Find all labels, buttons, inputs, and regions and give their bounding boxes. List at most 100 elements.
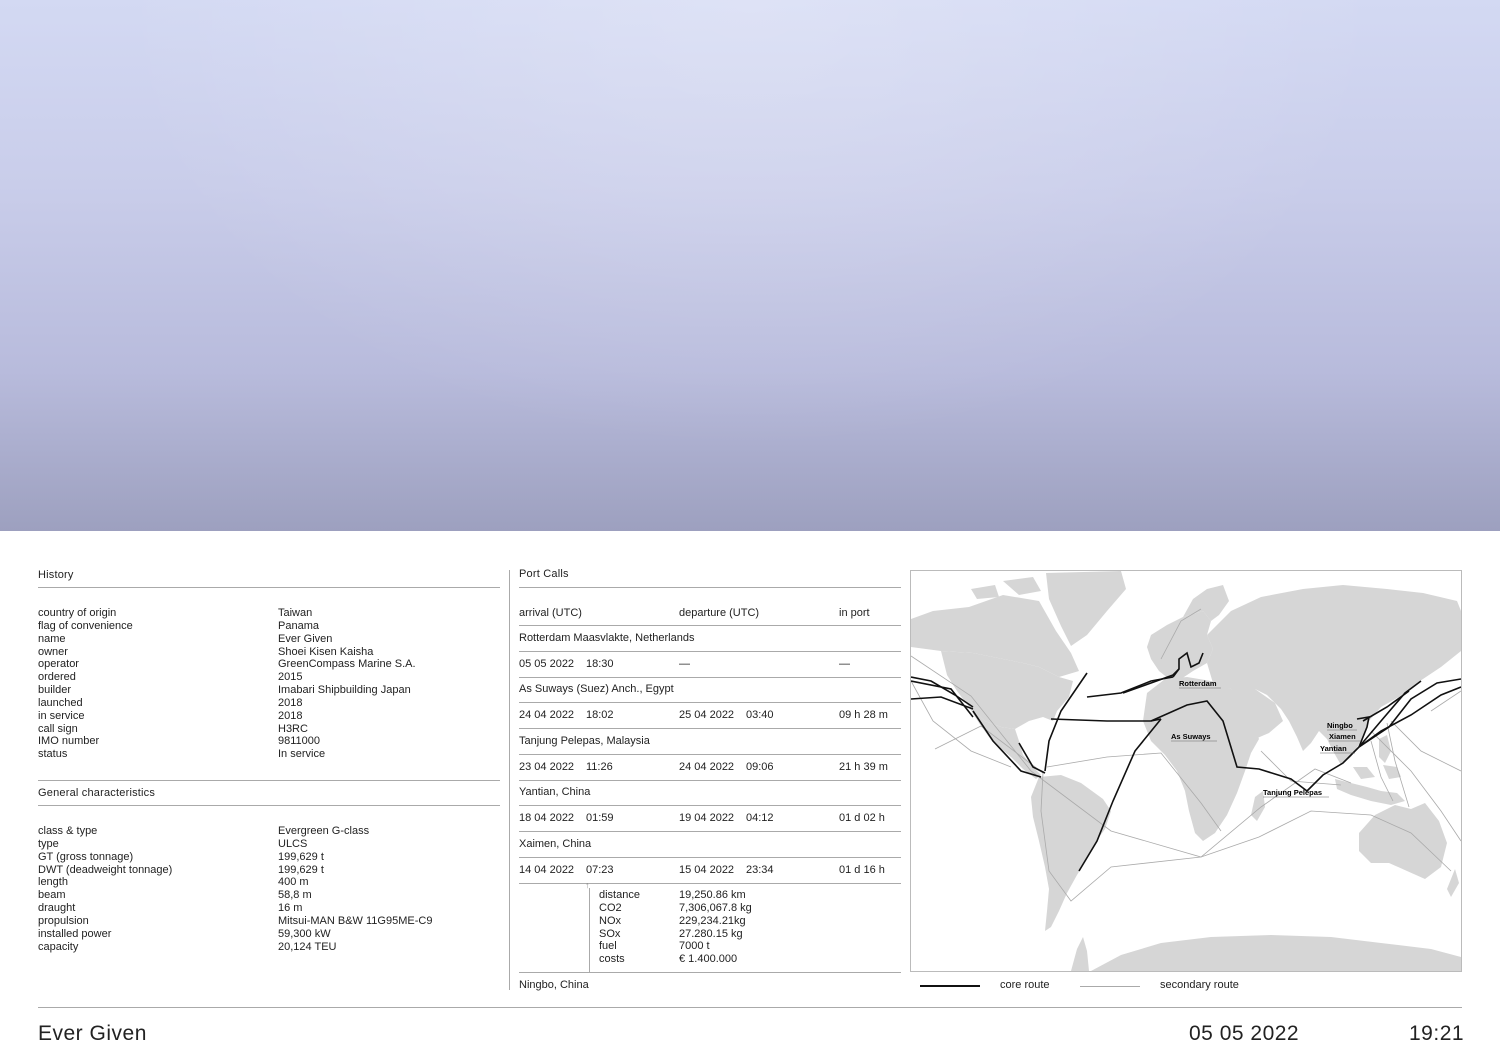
- kv-row: ordered 2015: [38, 671, 416, 684]
- port-row-divider: [519, 779, 901, 781]
- kv-key: flag of convenience: [38, 619, 133, 632]
- arrival-date: 23 04 2022: [519, 760, 575, 773]
- kv-key: draught: [38, 902, 76, 915]
- kv-value: 2015: [278, 671, 303, 684]
- port-row-divider: [519, 831, 901, 833]
- kv-key: NOx: [599, 914, 621, 927]
- kv-key: fuel: [599, 940, 617, 953]
- general-divider: [38, 805, 500, 806]
- kv-row: IMO number 9811000: [38, 735, 416, 748]
- general-table: class & type Evergreen G-class type ULCS GT …: [38, 825, 432, 953]
- history-divider: [38, 587, 500, 588]
- kv-row: CO2 7,306,067.8 kg: [599, 902, 752, 915]
- arrival-date: 05 05 2022: [519, 658, 575, 670]
- secondary-route-10: [1430, 690, 1461, 712]
- kv-key: operator: [38, 658, 79, 671]
- departure-time: 09:06: [746, 760, 774, 773]
- footer-time: 19:21: [1409, 1022, 1465, 1045]
- kv-key: in service: [38, 709, 85, 722]
- land-south-america: [1031, 775, 1111, 931]
- kv-value: 16 m: [278, 902, 303, 915]
- land-europe: [1147, 611, 1213, 679]
- general-title: General characteristics: [38, 787, 156, 799]
- kv-row: distance 19,250.86 km: [599, 889, 752, 902]
- portcalls-left-rule: [509, 570, 510, 990]
- kv-value: 7000 t: [679, 940, 710, 953]
- in-port-duration: 01 d 16 h: [839, 863, 885, 876]
- port-name: Yantian, China: [519, 786, 591, 799]
- kv-row: flag of convenience Panama: [38, 620, 416, 633]
- kv-row: costs € 1.400.000: [599, 953, 752, 966]
- kv-value: 2018: [278, 696, 303, 709]
- arrival-date: 14 04 2022: [519, 863, 575, 876]
- kv-value: Ever Given: [278, 632, 333, 645]
- kv-row: GT (gross tonnage) 199,629 t: [38, 851, 432, 864]
- arrival-time: 01:59: [586, 812, 614, 825]
- footer-divider: [38, 1007, 1462, 1008]
- kv-key: installed power: [38, 927, 112, 940]
- port-row-divider: [519, 677, 901, 678]
- kv-row: capacity 20,124 TEU: [38, 941, 432, 954]
- departure-date: 24 04 2022: [679, 760, 735, 773]
- kv-key: call sign: [38, 722, 78, 735]
- departure-date: —: [679, 658, 690, 670]
- kv-value: Imabari Shipbuilding Japan: [278, 684, 411, 697]
- secondary-route-7: [1390, 720, 1461, 772]
- kv-value: 9811000: [278, 735, 321, 748]
- legend-core-line: [920, 985, 980, 987]
- kv-key: ordered: [38, 671, 76, 684]
- footer-ship-name: Ever Given: [38, 1022, 147, 1045]
- kv-value: GreenCompass Marine S.A.: [278, 658, 416, 671]
- kv-row: NOx 229,234.21kg: [599, 915, 752, 928]
- header-arrival: arrival (UTC): [519, 607, 582, 619]
- hero-sky-image: [0, 0, 1500, 531]
- kv-value: Shoei Kisen Kaisha: [278, 645, 374, 658]
- kv-row: in service 2018: [38, 710, 416, 723]
- kv-key: beam: [38, 889, 66, 902]
- kv-value: 199,629 t: [278, 850, 324, 863]
- departure-date: 19 04 2022: [679, 812, 735, 825]
- map-label-ningbo: Ningbo: [1327, 721, 1353, 730]
- in-port-duration: 09 h 28 m: [839, 709, 888, 722]
- arrival-time: 07:23: [586, 863, 614, 876]
- kv-value: 59,300 kW: [278, 927, 331, 940]
- portcalls-title: Port Calls: [519, 568, 569, 580]
- arrival-date: 18 04 2022: [519, 812, 575, 825]
- kv-value: Panama: [278, 619, 319, 632]
- land-new-zealand: [1447, 869, 1459, 897]
- land-australia: [1359, 803, 1447, 879]
- departure-date: 25 04 2022: [679, 709, 735, 722]
- in-port-duration: 21 h 39 m: [839, 760, 888, 773]
- kv-row: class & type Evergreen G-class: [38, 825, 432, 838]
- land-antarctic-peninsula: [1071, 937, 1089, 971]
- kv-row: builder Imabari Shipbuilding Japan: [38, 684, 416, 697]
- kv-key: propulsion: [38, 914, 89, 927]
- kv-value: 2018: [278, 709, 303, 722]
- kv-key: length: [38, 876, 68, 889]
- general-top-divider: [38, 780, 500, 781]
- kv-row: type ULCS: [38, 838, 432, 851]
- kv-row: DWT (deadweight tonnage) 199,629 t: [38, 864, 432, 877]
- kv-key: SOx: [599, 927, 621, 940]
- departure-time: 03:40: [746, 709, 774, 722]
- kv-key: GT (gross tonnage): [38, 850, 134, 863]
- departure-time: 23:34: [746, 863, 774, 876]
- map-label-yantian: Yantian: [1320, 744, 1347, 753]
- kv-key: CO2: [599, 901, 622, 914]
- kv-key: DWT (deadweight tonnage): [38, 863, 173, 876]
- kv-key: country of origin: [38, 607, 117, 619]
- kv-value: 400 m: [278, 876, 309, 889]
- map-label-pelepas: Tanjung Pelepas: [1263, 788, 1322, 797]
- kv-key: builder: [38, 684, 72, 697]
- kv-value: In service: [278, 748, 326, 761]
- legend-secondary-line: [1080, 986, 1140, 987]
- kv-key: name: [38, 632, 66, 645]
- kv-row: owner Shoei Kisen Kaisha: [38, 646, 416, 659]
- kv-row: country of origin Taiwan: [38, 607, 416, 620]
- history-title: History: [38, 569, 74, 581]
- world-map-svg: Rotterdam As Suways Ningbo Xiamen Yantia…: [911, 571, 1461, 971]
- kv-value: 20,124 TEU: [278, 940, 337, 953]
- secondary-route-12: [1260, 750, 1342, 786]
- legend-core-label: core route: [1000, 979, 1050, 991]
- arrival-time: 18:30: [586, 658, 614, 670]
